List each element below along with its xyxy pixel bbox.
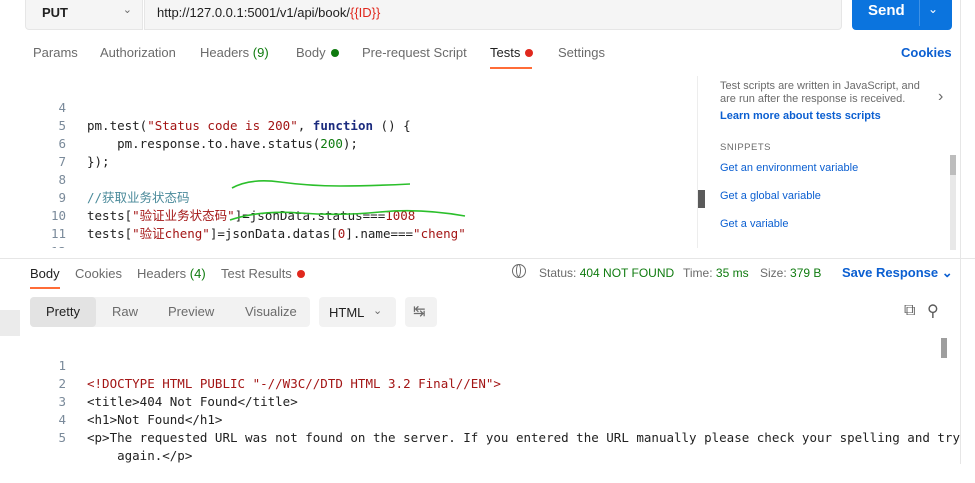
response-code: <p>The requested URL was not found on th… [87,430,960,445]
annotation-underline-1 [231,180,411,189]
response-time: Time: 35 ms [683,266,749,280]
wrap-icon: ↹ [413,303,426,320]
response-status: Status: 404 NOT FOUND [539,266,674,280]
pane-divider[interactable] [0,258,975,259]
size-value: 379 B [790,266,822,280]
view-mode-pretty[interactable]: Pretty [46,304,80,319]
globe-icon[interactable] [512,264,526,278]
save-response-label: Save Response [842,265,939,280]
copy-icon[interactable]: ⧉ [904,302,915,320]
response-line: 2 <title>404 Not Found</title> [30,357,950,409]
test-results-label: Test Results [221,266,292,281]
view-mode-visualize[interactable]: Visualize [245,304,297,319]
learn-more-link[interactable]: Learn more about tests scripts [720,110,881,122]
language-select[interactable]: HTML ⌄ [319,297,396,327]
chevron-down-icon: ⌄ [941,265,953,280]
view-mode-preview[interactable]: Preview [168,304,214,319]
response-line: 3 <h1>Not Found</h1> [30,375,950,427]
snippets-heading: SNIPPETS [720,142,771,153]
snippets-scrollbar[interactable] [950,155,956,250]
response-tab-headers-count: (4) [189,266,206,281]
response-line: 1 <!DOCTYPE HTML PUBLIC "-//W3C//DTD HTM… [30,339,950,391]
search-icon[interactable]: ⚲ [927,301,939,321]
save-response-button[interactable]: Save Response ⌄ [842,265,953,281]
view-mode-raw[interactable]: Raw [112,304,138,319]
time-value: 35 ms [715,266,749,280]
snippet-item[interactable]: Get a variable [720,218,788,230]
snippets-intro: Test scripts are written in JavaScript, … [720,80,920,105]
collapse-chevron-icon[interactable]: › [938,88,943,106]
annotation-underline-2 [229,209,466,221]
wrap-lines-button[interactable]: ↹ [405,297,437,327]
response-scrollbar-thumb[interactable] [941,338,947,358]
response-tab-body[interactable]: Body [30,266,60,281]
test-results-dot [296,269,305,278]
time-label: Time: [683,266,713,280]
response-code: again.</p> [87,448,193,463]
status-value: 404 NOT FOUND [579,266,675,280]
response-size: Size: 379 B [760,266,821,280]
left-sidebar-edge [0,310,20,336]
scrollbar-thumb[interactable] [950,155,956,175]
active-response-tab-indicator [30,287,60,289]
chevron-down-icon: ⌄ [373,305,383,317]
response-line: 5 again.</p> [30,411,950,463]
snippet-item[interactable]: Get a global variable [720,190,821,202]
window-edge [960,0,961,464]
response-tab-cookies[interactable]: Cookies [75,266,122,281]
snippet-item[interactable]: Get an environment variable [720,162,858,174]
size-label: Size: [760,266,787,280]
status-label: Status: [539,266,577,280]
response-tab-headers[interactable]: Headers (4) [137,266,206,281]
response-tab-test-results[interactable]: Test Results [221,266,305,281]
line-number: 5 [58,430,66,445]
language-label: HTML [329,305,365,320]
response-tab-headers-label: Headers [137,266,187,281]
response-line: 4 <p>The requested URL was not found on … [30,393,960,445]
